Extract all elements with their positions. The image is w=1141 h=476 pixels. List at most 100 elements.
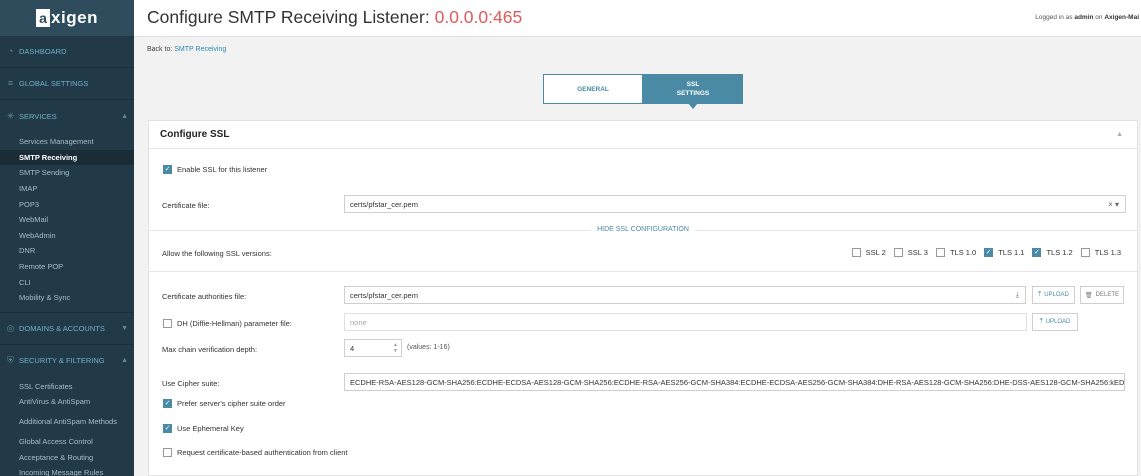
cipher-suite-value: ECDHE-RSA-AES128-GCM-SHA256:ECDHE-ECDSA-… bbox=[350, 377, 1125, 387]
tls13-label: TLS 1.3 bbox=[1094, 248, 1121, 257]
sidebar-item-mobility-sync[interactable]: Mobility & Sync bbox=[0, 290, 134, 306]
ssl2-checkbox[interactable] bbox=[851, 248, 861, 257]
tls11-label: TLS 1.1 bbox=[998, 248, 1025, 257]
sidebar-item-global-access-control[interactable]: Global Access Control bbox=[0, 434, 134, 450]
ephemeral-key-label: Use Ephemeral Key bbox=[177, 424, 244, 433]
chevron-up-icon: ▲ bbox=[121, 112, 128, 120]
nav-dashboard-label: DASHBOARD bbox=[19, 47, 67, 56]
chain-depth-hint-text: (values: 1-16) bbox=[407, 344, 450, 351]
ssl-version-tls13[interactable]: TLS 1.3 bbox=[1080, 248, 1121, 257]
clear-dropdown-icon[interactable]: × ▾ bbox=[1108, 200, 1119, 209]
nav-domains-accounts[interactable]: ◎ DOMAINS & ACCOUNTS ▼ bbox=[0, 313, 134, 345]
hide-ssl-config-link[interactable]: HIDE SSL CONFIGURATION bbox=[149, 226, 1137, 233]
shield-icon: ⛨ bbox=[7, 355, 14, 366]
sidebar-item-webmail[interactable]: WebMail bbox=[0, 212, 134, 228]
ca-file-value: certs/pfstar_cer.pem bbox=[350, 290, 418, 300]
chain-depth-value: 4 bbox=[350, 343, 355, 353]
client-cert-checkbox[interactable] bbox=[163, 448, 172, 457]
sidebar-item-smtp-sending[interactable]: SMTP Sending bbox=[0, 165, 134, 181]
sliders-icon: ≡ bbox=[7, 78, 14, 88]
sidebar-item-incoming-message-rules[interactable]: Incoming Message Rules bbox=[0, 465, 134, 476]
nav-global-settings[interactable]: ≡ GLOBAL SETTINGS bbox=[0, 68, 134, 100]
client-cert-label: Request certificate-based authentication… bbox=[177, 448, 348, 457]
tab-ssl-line1: SSL bbox=[686, 81, 700, 88]
tab-general[interactable]: GENERAL bbox=[543, 74, 643, 104]
enable-ssl-checkbox[interactable]: ✓ bbox=[163, 165, 172, 174]
tab-bar: GENERAL SSL SETTINGS bbox=[543, 74, 743, 109]
sidebar-item-services-management[interactable]: Services Management bbox=[0, 134, 134, 150]
client-cert-row: Request certificate-based authentication… bbox=[163, 448, 1137, 457]
sidebar: a xigen ◔ DASHBOARD ≡ GLOBAL SETTINGS ✳ … bbox=[0, 0, 134, 476]
back-label: Back to: bbox=[147, 46, 173, 53]
breadcrumb: Back to: SMTP Receiving bbox=[147, 46, 226, 53]
download-icon[interactable]: ⤓ bbox=[1016, 290, 1019, 300]
nav-services[interactable]: ✳ SERVICES ▲ bbox=[0, 100, 134, 132]
dh-file-input[interactable]: none bbox=[344, 313, 1027, 331]
sidebar-item-remote-pop[interactable]: Remote POP bbox=[0, 259, 134, 275]
sidebar-item-acceptance-routing[interactable]: Acceptance & Routing bbox=[0, 449, 134, 465]
nav-global-settings-label: GLOBAL SETTINGS bbox=[19, 79, 89, 88]
chain-depth-hint: (values: 1-16) bbox=[407, 344, 507, 351]
ssl2-label: SSL 2 bbox=[865, 248, 886, 257]
ssl-versions-group: SSL 2 SSL 3 TLS 1.0 ✓ TLS 1.1 ✓ TLS 1.2 TL… bbox=[844, 248, 1121, 257]
ssl-version-tls10[interactable]: TLS 1.0 bbox=[935, 248, 976, 257]
nav-security-label: SECURITY & FILTERING bbox=[19, 356, 105, 366]
hide-ssl-config-text: HIDE SSL CONFIGURATION bbox=[591, 226, 695, 233]
upload-icon: ⤒ bbox=[1038, 291, 1042, 298]
ca-delete-button[interactable]: 🗑 DELETE bbox=[1080, 286, 1124, 304]
sidebar-item-smtp-receiving[interactable]: SMTP Receiving bbox=[0, 149, 134, 166]
cipher-suite-input[interactable]: ECDHE-RSA-AES128-GCM-SHA256:ECDHE-ECDSA-… bbox=[344, 373, 1125, 391]
ca-file-input[interactable]: certs/pfstar_cer.pem ⤓ bbox=[344, 286, 1026, 304]
sidebar-item-imap[interactable]: IMAP bbox=[0, 181, 134, 197]
sidebar-item-dnr[interactable]: DNR bbox=[0, 243, 134, 259]
axigen-logo: a xigen bbox=[36, 8, 98, 28]
ephemeral-key-checkbox[interactable]: ✓ bbox=[163, 424, 172, 433]
dh-file-checkbox[interactable] bbox=[163, 318, 172, 328]
ca-upload-button[interactable]: ⤒ UPLOAD bbox=[1032, 286, 1075, 304]
ssl-version-tls12[interactable]: ✓ TLS 1.2 bbox=[1032, 248, 1073, 257]
dh-upload-label: UPLOAD bbox=[1045, 319, 1071, 325]
nav-services-label: SERVICES bbox=[19, 111, 57, 121]
collapse-icon[interactable]: ▲ bbox=[1116, 131, 1123, 138]
sidebar-item-antivirus-antispam[interactable]: AntiVirus & AntiSpam bbox=[0, 394, 134, 410]
enable-ssl-label: Enable SSL for this listener bbox=[177, 165, 268, 174]
chevron-up-icon: ▲ bbox=[121, 357, 128, 365]
listener-address: 0.0.0.0:465 bbox=[434, 7, 523, 27]
sidebar-item-webadmin[interactable]: WebAdmin bbox=[0, 228, 134, 244]
sidebar-item-ssl-certificates[interactable]: SSL Certificates bbox=[0, 379, 134, 395]
stepper-arrows-icon[interactable]: ▲ ▼ bbox=[393, 342, 398, 354]
prefer-server-checkbox[interactable]: ✓ bbox=[163, 399, 172, 408]
certificate-file-value: certs/pfstar_cer.pem bbox=[350, 199, 418, 209]
panel-title: Configure SSL ▲ bbox=[149, 121, 1137, 149]
nav-dashboard[interactable]: ◔ DASHBOARD bbox=[0, 36, 134, 68]
page-title: Configure SMTP Receiving Listener: 0.0.0… bbox=[147, 7, 522, 28]
login-user[interactable]: admin bbox=[1074, 14, 1093, 21]
login-server: Axigen-Mai bbox=[1104, 14, 1139, 21]
sidebar-item-cli[interactable]: CLI bbox=[0, 274, 134, 290]
page-title-text: Configure SMTP Receiving Listener: bbox=[147, 7, 435, 27]
dashboard-icon: ◔ bbox=[7, 46, 14, 56]
page-header: Configure SMTP Receiving Listener: 0.0.0… bbox=[134, 0, 1141, 37]
tls13-checkbox[interactable] bbox=[1080, 248, 1090, 257]
ssl-version-tls11[interactable]: ✓ TLS 1.1 bbox=[984, 248, 1024, 257]
tls11-checkbox[interactable]: ✓ bbox=[984, 248, 994, 257]
ssl-version-ssl2[interactable]: SSL 2 bbox=[851, 248, 886, 257]
back-link[interactable]: SMTP Receiving bbox=[174, 46, 226, 53]
tab-ssl-settings[interactable]: SSL SETTINGS bbox=[643, 74, 743, 109]
certificate-file-select[interactable]: certs/pfstar_cer.pem × ▾ bbox=[344, 195, 1126, 213]
tls12-checkbox[interactable]: ✓ bbox=[1032, 248, 1042, 257]
dh-file-placeholder: none bbox=[350, 317, 367, 327]
domains-icon: ◎ bbox=[6, 322, 15, 333]
ephemeral-key-row: ✓ Use Ephemeral Key bbox=[163, 424, 1137, 433]
sidebar-item-pop3[interactable]: POP3 bbox=[0, 196, 134, 212]
prefer-server-row: ✓ Prefer server's cipher suite order bbox=[163, 399, 1137, 408]
logo[interactable]: a xigen bbox=[0, 0, 134, 36]
chain-depth-stepper[interactable]: 4 ▲ ▼ bbox=[344, 339, 402, 357]
login-info: Logged in as admin on Axigen-Mai bbox=[1035, 14, 1139, 21]
nav-security-filtering[interactable]: ⛨ SECURITY & FILTERING ▲ bbox=[0, 345, 134, 377]
tls10-checkbox[interactable] bbox=[935, 248, 945, 257]
sidebar-item-additional-antispam[interactable]: Additional AntiSpam Methods bbox=[0, 410, 134, 434]
ssl3-checkbox[interactable] bbox=[893, 248, 903, 257]
ssl-version-ssl3[interactable]: SSL 3 bbox=[893, 248, 928, 257]
dh-upload-button[interactable]: ⤒ UPLOAD bbox=[1032, 313, 1078, 331]
